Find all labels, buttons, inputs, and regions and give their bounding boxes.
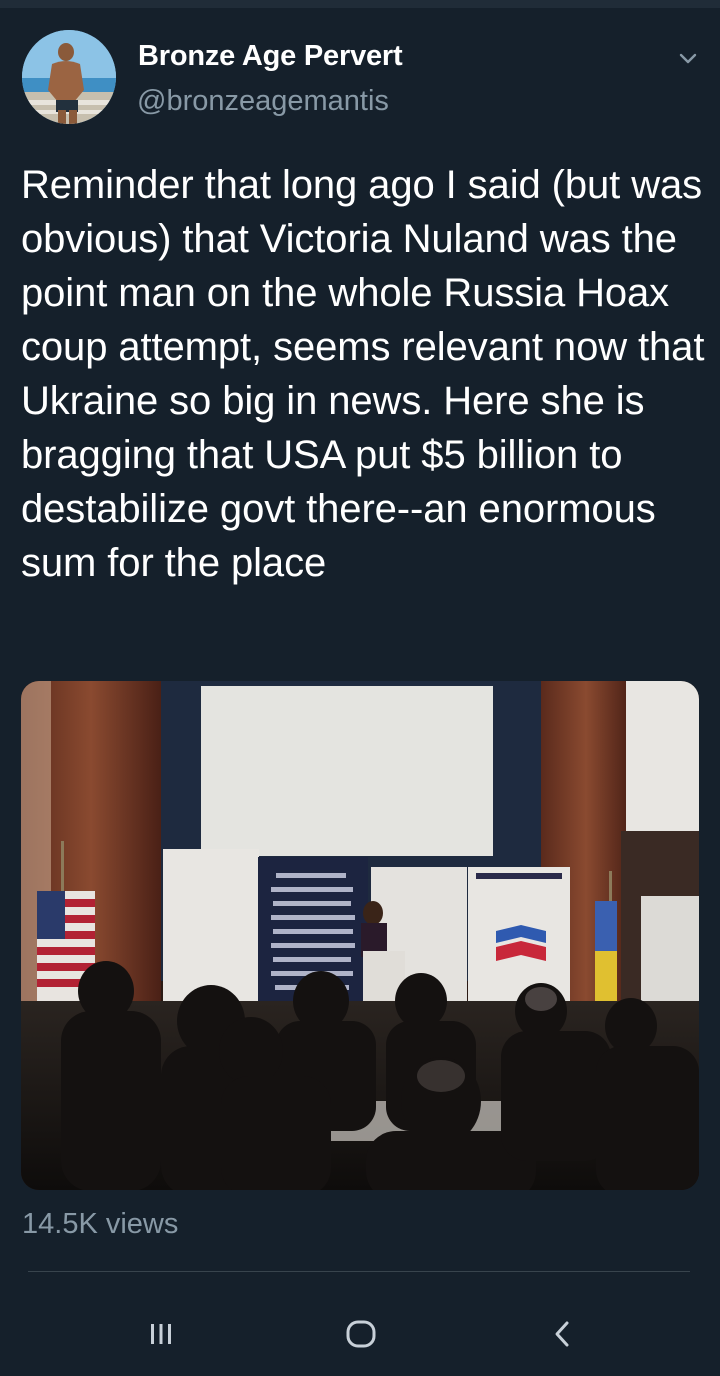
home-icon[interactable]	[336, 1312, 386, 1356]
view-count: 14.5K views	[22, 1208, 179, 1240]
video-thumbnail[interactable]	[21, 681, 699, 1190]
android-nav-bar	[0, 1290, 720, 1376]
tweet-text: Reminder that long ago I said (but was o…	[21, 163, 705, 585]
chevron-down-icon[interactable]	[676, 46, 700, 70]
status-strip	[0, 0, 720, 8]
back-icon[interactable]	[538, 1312, 588, 1356]
conference-photo	[21, 681, 699, 1190]
avatar-image	[22, 30, 116, 124]
divider	[28, 1271, 690, 1272]
tweet[interactable]: Bronze Age Pervert @bronzeagemantis Remi…	[0, 8, 720, 1290]
avatar[interactable]	[22, 30, 116, 124]
author-name[interactable]: Bronze Age Pervert	[138, 40, 403, 73]
author-handle[interactable]: @bronzeagemantis	[137, 85, 389, 118]
recent-apps-icon[interactable]	[136, 1312, 186, 1356]
